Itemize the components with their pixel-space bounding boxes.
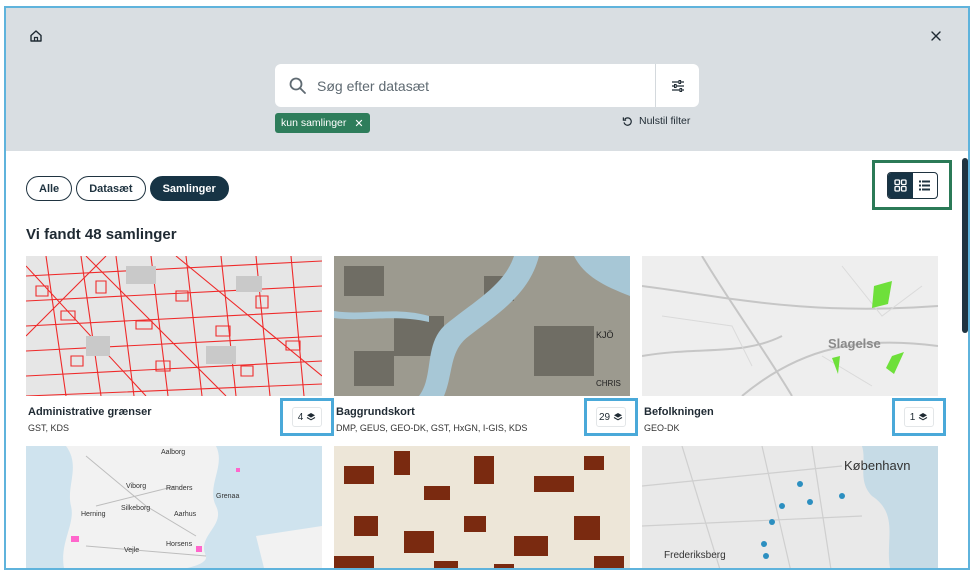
map-label-vejle: Vejle — [124, 547, 139, 554]
search-input[interactable] — [317, 64, 647, 107]
collection-card-copenhagen[interactable]: København Frederiksberg — [642, 446, 938, 568]
dataset-count-badge[interactable]: 1 — [904, 407, 934, 427]
card-count-highlight: 29 — [584, 398, 638, 436]
card-thumbnail — [26, 256, 322, 396]
map-label-slagelse: Slagelse — [828, 336, 881, 351]
sliders-icon — [671, 79, 684, 92]
card-thumbnail: Aalborg Randers Aarhus Vejle Horsens Her… — [26, 446, 322, 568]
grid-view-button[interactable] — [888, 173, 913, 198]
reset-icon — [622, 116, 632, 126]
dataset-count: 1 — [909, 411, 916, 423]
card-sources: GEO-DK — [644, 423, 680, 433]
card-thumbnail: Slagelse — [642, 256, 938, 396]
card-title[interactable]: Administrative grænser — [28, 406, 151, 418]
close-icon[interactable] — [928, 28, 944, 44]
map-label-viborg: Viborg — [126, 483, 146, 490]
card-thumbnail: København Frederiksberg — [642, 446, 938, 568]
tab-samlinger[interactable]: Samlinger — [149, 176, 229, 201]
card-sources: DMP, GEUS, GEO-DK, GST, HxGN, I-GIS, KDS — [336, 423, 528, 433]
map-label-silkeborg: Silkeborg — [121, 505, 150, 512]
card-title[interactable]: Befolkningen — [644, 406, 714, 418]
card-count-highlight: 1 — [892, 398, 946, 436]
card-sources: GST, KDS — [28, 423, 70, 433]
home-icon[interactable] — [28, 28, 44, 44]
map-label-randers: Randers — [166, 485, 193, 492]
dialog-frame: kun samlinger ✕ Nulstil filter Alle Data… — [4, 6, 970, 570]
dataset-count-badge[interactable]: 29 — [596, 407, 626, 427]
layers-icon — [307, 413, 316, 421]
filter-chip-label: kun samlinger — [281, 117, 347, 129]
card-count-highlight: 4 — [280, 398, 334, 436]
svg-text:CHRIS: CHRIS — [596, 379, 621, 388]
collection-card-land-use[interactable] — [334, 446, 630, 568]
view-toggle — [887, 172, 938, 199]
map-label-aalborg: Aalborg — [161, 449, 185, 456]
map-label-horsens: Horsens — [166, 541, 193, 548]
result-type-tabs: Alle Datasæt Samlinger — [26, 176, 229, 201]
grid-icon — [894, 179, 907, 192]
dataset-count-badge[interactable]: 4 — [292, 407, 322, 427]
view-toggle-highlight — [872, 160, 952, 210]
filter-settings-button[interactable] — [656, 64, 699, 107]
card-thumbnail: KJÖ CHRIS — [334, 256, 630, 396]
card-title[interactable]: Baggrundskort — [336, 406, 415, 418]
remove-chip-icon[interactable]: ✕ — [354, 117, 363, 130]
tab-datasaet[interactable]: Datasæt — [76, 176, 146, 201]
map-label-herning: Herning — [81, 511, 106, 518]
search-header: kun samlinger ✕ Nulstil filter — [6, 8, 968, 151]
collection-card-denmark-map[interactable]: Aalborg Randers Aarhus Vejle Horsens Her… — [26, 446, 322, 568]
result-count-heading: Vi fandt 48 samlinger — [26, 226, 177, 243]
list-view-button[interactable] — [913, 173, 938, 198]
list-icon — [919, 180, 931, 191]
map-label-frederiksberg: Frederiksberg — [664, 550, 726, 561]
dataset-count: 29 — [598, 411, 611, 423]
svg-text:KJÖ: KJÖ — [596, 330, 614, 340]
map-label-aarhus: Aarhus — [174, 511, 197, 518]
reset-filter-label: Nulstil filter — [639, 115, 691, 127]
layers-icon — [919, 413, 928, 421]
card-thumbnail — [334, 446, 630, 568]
map-label-grenaa: Grenaa — [216, 493, 239, 500]
tab-alle[interactable]: Alle — [26, 176, 73, 201]
scrollbar[interactable] — [962, 158, 968, 333]
reset-filter-button[interactable]: Nulstil filter — [622, 115, 690, 127]
dataset-count: 4 — [297, 411, 304, 423]
layers-icon — [613, 413, 623, 421]
filter-chip-kun-samlinger[interactable]: kun samlinger ✕ — [275, 113, 370, 133]
search-icon — [288, 76, 308, 96]
map-label-kobenhavn: København — [844, 458, 911, 473]
search-box — [275, 64, 699, 107]
